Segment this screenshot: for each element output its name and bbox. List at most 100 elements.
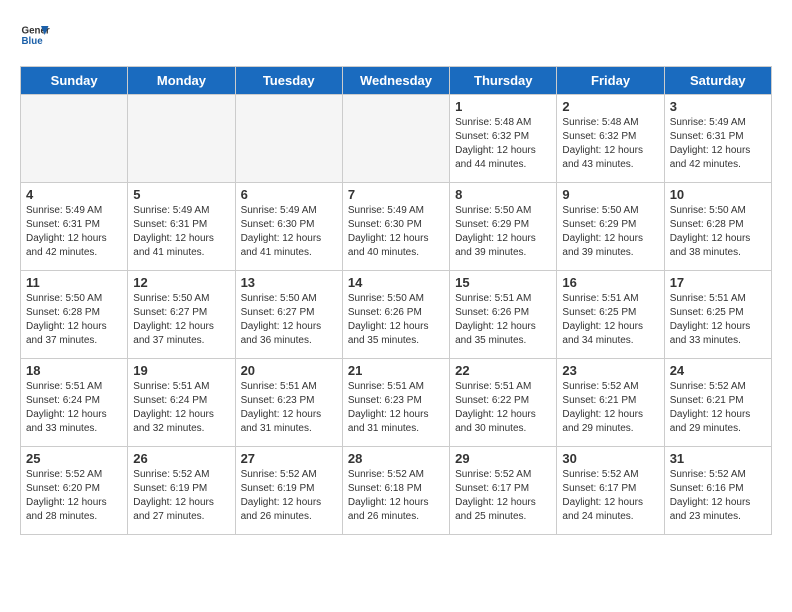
col-header-saturday: Saturday [664,67,771,95]
day-cell: 18 Sunrise: 5:51 AM Sunset: 6:24 PM Dayli… [21,359,128,447]
day-cell: 30 Sunrise: 5:52 AM Sunset: 6:17 PM Dayli… [557,447,664,535]
day-info: Sunrise: 5:49 AM Sunset: 6:30 PM Dayligh… [241,204,337,260]
day-number: 18 [26,363,122,378]
day-info: Sunrise: 5:52 AM Sunset: 6:19 PM Dayligh… [133,468,229,524]
page-header: General Blue [20,20,772,50]
col-header-thursday: Thursday [450,67,557,95]
day-cell: 4 Sunrise: 5:49 AM Sunset: 6:31 PM Daylig… [21,183,128,271]
day-cell: 27 Sunrise: 5:52 AM Sunset: 6:19 PM Dayli… [235,447,342,535]
day-info: Sunrise: 5:52 AM Sunset: 6:17 PM Dayligh… [562,468,658,524]
day-cell: 20 Sunrise: 5:51 AM Sunset: 6:23 PM Dayli… [235,359,342,447]
day-number: 22 [455,363,551,378]
day-info: Sunrise: 5:51 AM Sunset: 6:22 PM Dayligh… [455,380,551,436]
svg-text:Blue: Blue [22,36,44,47]
day-number: 20 [241,363,337,378]
week-row-4: 18 Sunrise: 5:51 AM Sunset: 6:24 PM Dayli… [21,359,772,447]
day-number: 12 [133,275,229,290]
day-cell [128,95,235,183]
day-cell: 2 Sunrise: 5:48 AM Sunset: 6:32 PM Daylig… [557,95,664,183]
week-row-3: 11Sunrise: 5:50 AM Sunset: 6:28 PM Dayli… [21,271,772,359]
day-number: 7 [348,187,444,202]
logo-icon: General Blue [20,20,50,50]
day-number: 1 [455,99,551,114]
day-info: Sunrise: 5:52 AM Sunset: 6:19 PM Dayligh… [241,468,337,524]
day-cell: 22 Sunrise: 5:51 AM Sunset: 6:22 PM Dayli… [450,359,557,447]
day-cell [21,95,128,183]
day-cell: 13 Sunrise: 5:50 AM Sunset: 6:27 PM Dayli… [235,271,342,359]
day-info: Sunrise: 5:49 AM Sunset: 6:30 PM Dayligh… [348,204,444,260]
day-number: 6 [241,187,337,202]
day-info: Sunrise: 5:52 AM Sunset: 6:18 PM Dayligh… [348,468,444,524]
day-cell: 15 Sunrise: 5:51 AM Sunset: 6:26 PM Dayli… [450,271,557,359]
day-number: 19 [133,363,229,378]
day-info: Sunrise: 5:52 AM Sunset: 6:20 PM Dayligh… [26,468,122,524]
day-cell: 17 Sunrise: 5:51 AM Sunset: 6:25 PM Dayli… [664,271,771,359]
day-info: Sunrise: 5:49 AM Sunset: 6:31 PM Dayligh… [133,204,229,260]
day-info: Sunrise: 5:51 AM Sunset: 6:23 PM Dayligh… [348,380,444,436]
day-info: Sunrise: 5:50 AM Sunset: 6:29 PM Dayligh… [455,204,551,260]
day-info: Sunrise: 5:51 AM Sunset: 6:24 PM Dayligh… [133,380,229,436]
day-cell: 29 Sunrise: 5:52 AM Sunset: 6:17 PM Dayli… [450,447,557,535]
day-number: 10 [670,187,766,202]
day-info: Sunrise: 5:51 AM Sunset: 6:26 PM Dayligh… [455,292,551,348]
day-info: Sunrise: 5:50 AM Sunset: 6:27 PM Dayligh… [133,292,229,348]
logo: General Blue [20,20,50,50]
day-info: Sunrise: 5:52 AM Sunset: 6:21 PM Dayligh… [562,380,658,436]
col-header-monday: Monday [128,67,235,95]
day-number: 30 [562,451,658,466]
day-cell: 11Sunrise: 5:50 AM Sunset: 6:28 PM Dayli… [21,271,128,359]
day-cell: 23Sunrise: 5:52 AM Sunset: 6:21 PM Dayli… [557,359,664,447]
day-number: 9 [562,187,658,202]
day-info: Sunrise: 5:52 AM Sunset: 6:21 PM Dayligh… [670,380,766,436]
day-number: 8 [455,187,551,202]
day-info: Sunrise: 5:51 AM Sunset: 6:25 PM Dayligh… [562,292,658,348]
day-info: Sunrise: 5:48 AM Sunset: 6:32 PM Dayligh… [562,116,658,172]
day-number: 28 [348,451,444,466]
day-number: 21 [348,363,444,378]
day-cell: 19 Sunrise: 5:51 AM Sunset: 6:24 PM Dayli… [128,359,235,447]
day-cell: 1Sunrise: 5:48 AM Sunset: 6:32 PM Daylig… [450,95,557,183]
week-row-2: 4 Sunrise: 5:49 AM Sunset: 6:31 PM Daylig… [21,183,772,271]
day-info: Sunrise: 5:50 AM Sunset: 6:28 PM Dayligh… [670,204,766,260]
day-number: 5 [133,187,229,202]
day-number: 2 [562,99,658,114]
col-header-tuesday: Tuesday [235,67,342,95]
calendar-table: SundayMondayTuesdayWednesdayThursdayFrid… [20,66,772,535]
day-info: Sunrise: 5:51 AM Sunset: 6:25 PM Dayligh… [670,292,766,348]
day-cell [235,95,342,183]
day-number: 27 [241,451,337,466]
day-number: 29 [455,451,551,466]
day-cell: 12 Sunrise: 5:50 AM Sunset: 6:27 PM Dayli… [128,271,235,359]
day-info: Sunrise: 5:50 AM Sunset: 6:29 PM Dayligh… [562,204,658,260]
day-info: Sunrise: 5:51 AM Sunset: 6:24 PM Dayligh… [26,380,122,436]
week-row-1: 1 Sunrise: 5:48 AM Sunset: 6:32 PM Daylig… [21,95,772,183]
day-info: Sunrise: 5:52 AM Sunset: 6:16 PM Dayligh… [670,468,766,524]
day-cell: 26 Sunrise: 5:52 AM Sunset: 6:19 PM Dayli… [128,447,235,535]
day-info: Sunrise: 5:51 AM Sunset: 6:23 PM Dayligh… [241,380,337,436]
col-header-wednesday: Wednesday [342,67,449,95]
day-number: 4 [26,187,122,202]
day-number: 15 [455,275,551,290]
day-number: 16 [562,275,658,290]
day-cell: 9 Sunrise: 5:50 AM Sunset: 6:29 PM Daylig… [557,183,664,271]
day-number: 17 [670,275,766,290]
day-info: Sunrise: 5:52 AM Sunset: 6:17 PM Dayligh… [455,468,551,524]
day-cell: 10 Sunrise: 5:50 AM Sunset: 6:28 PM Dayli… [664,183,771,271]
day-info: Sunrise: 5:50 AM Sunset: 6:28 PM Dayligh… [26,292,122,348]
day-number: 25 [26,451,122,466]
header-row: SundayMondayTuesdayWednesdayThursdayFrid… [21,67,772,95]
day-cell: 7 Sunrise: 5:49 AM Sunset: 6:30 PM Daylig… [342,183,449,271]
day-cell: 6 Sunrise: 5:49 AM Sunset: 6:30 PM Daylig… [235,183,342,271]
day-cell: 24Sunrise: 5:52 AM Sunset: 6:21 PM Dayli… [664,359,771,447]
day-cell [342,95,449,183]
day-number: 3 [670,99,766,114]
day-number: 31 [670,451,766,466]
day-number: 13 [241,275,337,290]
day-number: 26 [133,451,229,466]
day-info: Sunrise: 5:49 AM Sunset: 6:31 PM Dayligh… [26,204,122,260]
day-cell: 3Sunrise: 5:49 AM Sunset: 6:31 PM Daylig… [664,95,771,183]
day-cell: 31 Sunrise: 5:52 AM Sunset: 6:16 PM Dayli… [664,447,771,535]
day-info: Sunrise: 5:50 AM Sunset: 6:26 PM Dayligh… [348,292,444,348]
week-row-5: 25 Sunrise: 5:52 AM Sunset: 6:20 PM Dayli… [21,447,772,535]
day-info: Sunrise: 5:50 AM Sunset: 6:27 PM Dayligh… [241,292,337,348]
